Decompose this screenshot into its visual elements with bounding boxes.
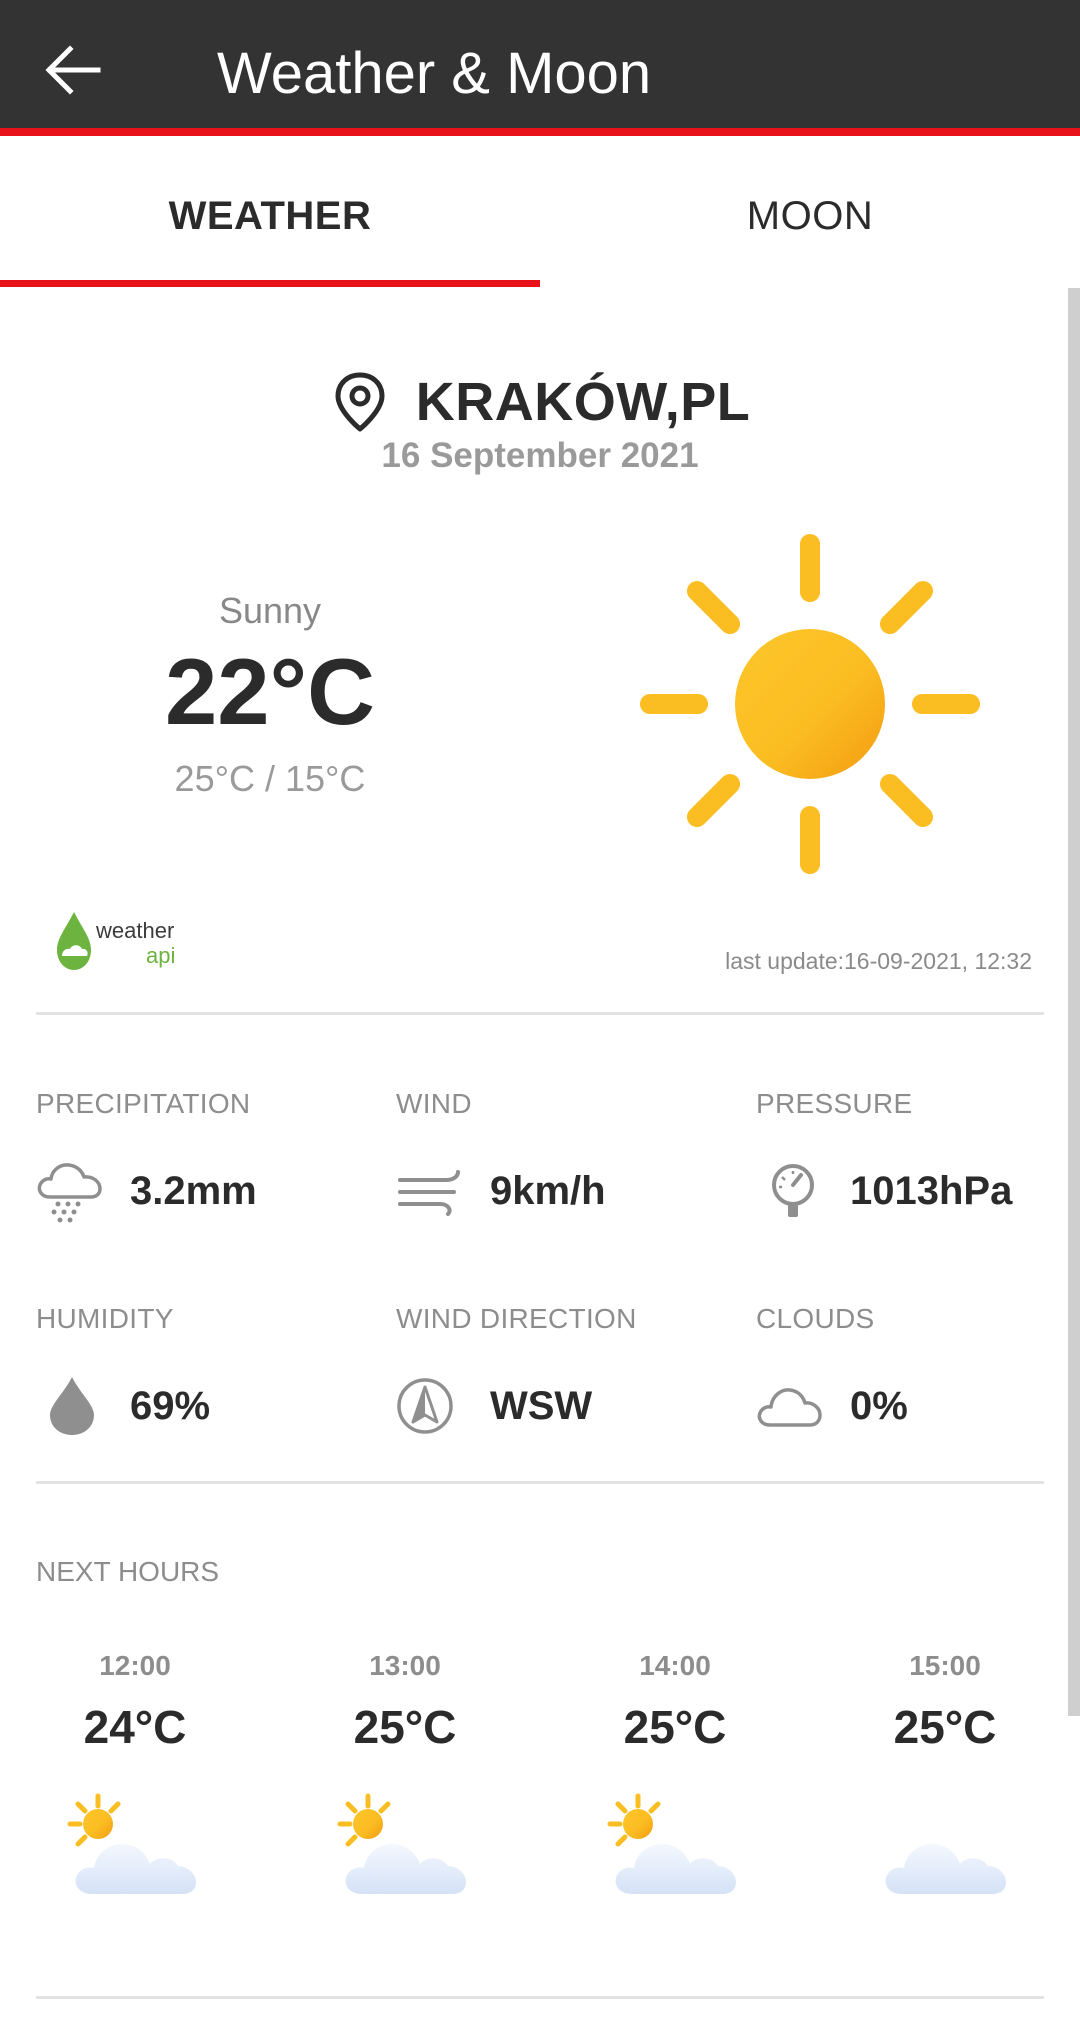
divider <box>36 1996 1044 1999</box>
city-name: KRAKÓW,PL <box>415 372 751 432</box>
drop-icon <box>50 1377 94 1435</box>
back-button[interactable] <box>30 28 114 112</box>
precipitation-stat: PRECIPITATION 3.2mm <box>36 1088 376 1226</box>
location-header: KRAKÓW,PL <box>0 362 1080 442</box>
sun-icon <box>640 534 980 874</box>
location-pin-icon <box>335 372 385 432</box>
next-hours-label: NEXT HOURS <box>36 1556 220 1587</box>
weather-condition: Sunny <box>218 590 322 631</box>
gauge-icon <box>772 1164 814 1217</box>
scrollbar[interactable] <box>1068 288 1080 1716</box>
compass-icon <box>397 1378 453 1434</box>
hour-time: 15:00 <box>909 1650 981 1681</box>
hourly-item: 13:00 25°C <box>305 1650 505 1900</box>
hour-temperature: 25°C <box>353 1701 457 1753</box>
partly-cloudy-icon <box>67 1793 196 1894</box>
hour-time: 13:00 <box>369 1650 441 1681</box>
wind-direction-value: WSW <box>490 1383 593 1428</box>
wind-stat: WIND 9km/h <box>396 1088 736 1226</box>
wind-value: 9km/h <box>490 1168 606 1213</box>
divider <box>36 1481 1044 1484</box>
hour-time: 12:00 <box>99 1650 171 1681</box>
app-bar: Weather & Moon <box>0 0 1080 136</box>
cloudy-icon <box>885 1844 1006 1894</box>
partly-cloudy-icon <box>607 1793 736 1894</box>
hour-temperature: 25°C <box>623 1701 727 1753</box>
wind-icon <box>398 1170 460 1216</box>
tab-weather[interactable]: WEATHER <box>0 144 540 288</box>
high-low-temperature: 25°C / 15°C <box>174 758 366 799</box>
clouds-value: 0% <box>850 1383 908 1428</box>
pressure-label: PRESSURE <box>756 1088 913 1119</box>
current-weather: Sunny 22°C 25°C / 15°C <box>0 590 540 800</box>
wind-direction-label: WIND DIRECTION <box>396 1303 637 1334</box>
precipitation-value: 3.2mm <box>130 1168 257 1213</box>
active-tab-indicator <box>0 280 540 287</box>
wind-label: WIND <box>396 1088 472 1119</box>
hour-temperature: 25°C <box>893 1701 997 1753</box>
page-title: Weather & Moon <box>217 41 652 106</box>
humidity-value: 69% <box>130 1383 211 1428</box>
precipitation-label: PRECIPITATION <box>36 1088 251 1119</box>
arrow-left-icon <box>45 45 101 95</box>
hourly-item: 15:00 25°C <box>845 1650 1045 1900</box>
hour-time: 14:00 <box>639 1650 711 1681</box>
hour-temperature: 24°C <box>83 1701 187 1753</box>
cloud-icon <box>757 1388 822 1427</box>
wind-direction-stat: WIND DIRECTION WSW <box>396 1303 736 1441</box>
humidity-stat: HUMIDITY 69% <box>36 1303 376 1441</box>
partly-cloudy-icon <box>337 1793 466 1894</box>
hourly-item: 12:00 24°C <box>35 1650 235 1900</box>
pressure-value: 1013hPa <box>850 1168 1013 1213</box>
clouds-label: CLOUDS <box>756 1303 875 1334</box>
last-update-text: last update:16-09-2021, 12:32 <box>725 948 1032 974</box>
weatherapi-logo: weather api <box>57 912 175 970</box>
humidity-label: HUMIDITY <box>36 1303 174 1334</box>
logo-text-api: api <box>146 943 175 968</box>
divider <box>36 1012 1044 1015</box>
tab-moon[interactable]: MOON <box>540 144 1080 288</box>
rain-cloud-icon <box>37 1163 102 1223</box>
pressure-stat: PRESSURE 1013hPa <box>756 1088 1080 1226</box>
app-bar-accent-line <box>0 128 1080 136</box>
hourly-item: 14:00 25°C <box>575 1650 775 1900</box>
clouds-stat: CLOUDS 0% <box>756 1303 1080 1441</box>
logo-text-weather: weather <box>95 918 174 943</box>
tab-bar: WEATHER MOON <box>0 144 1080 288</box>
current-temperature: 22°C <box>164 639 376 744</box>
forecast-date: 16 September 2021 <box>381 436 699 475</box>
